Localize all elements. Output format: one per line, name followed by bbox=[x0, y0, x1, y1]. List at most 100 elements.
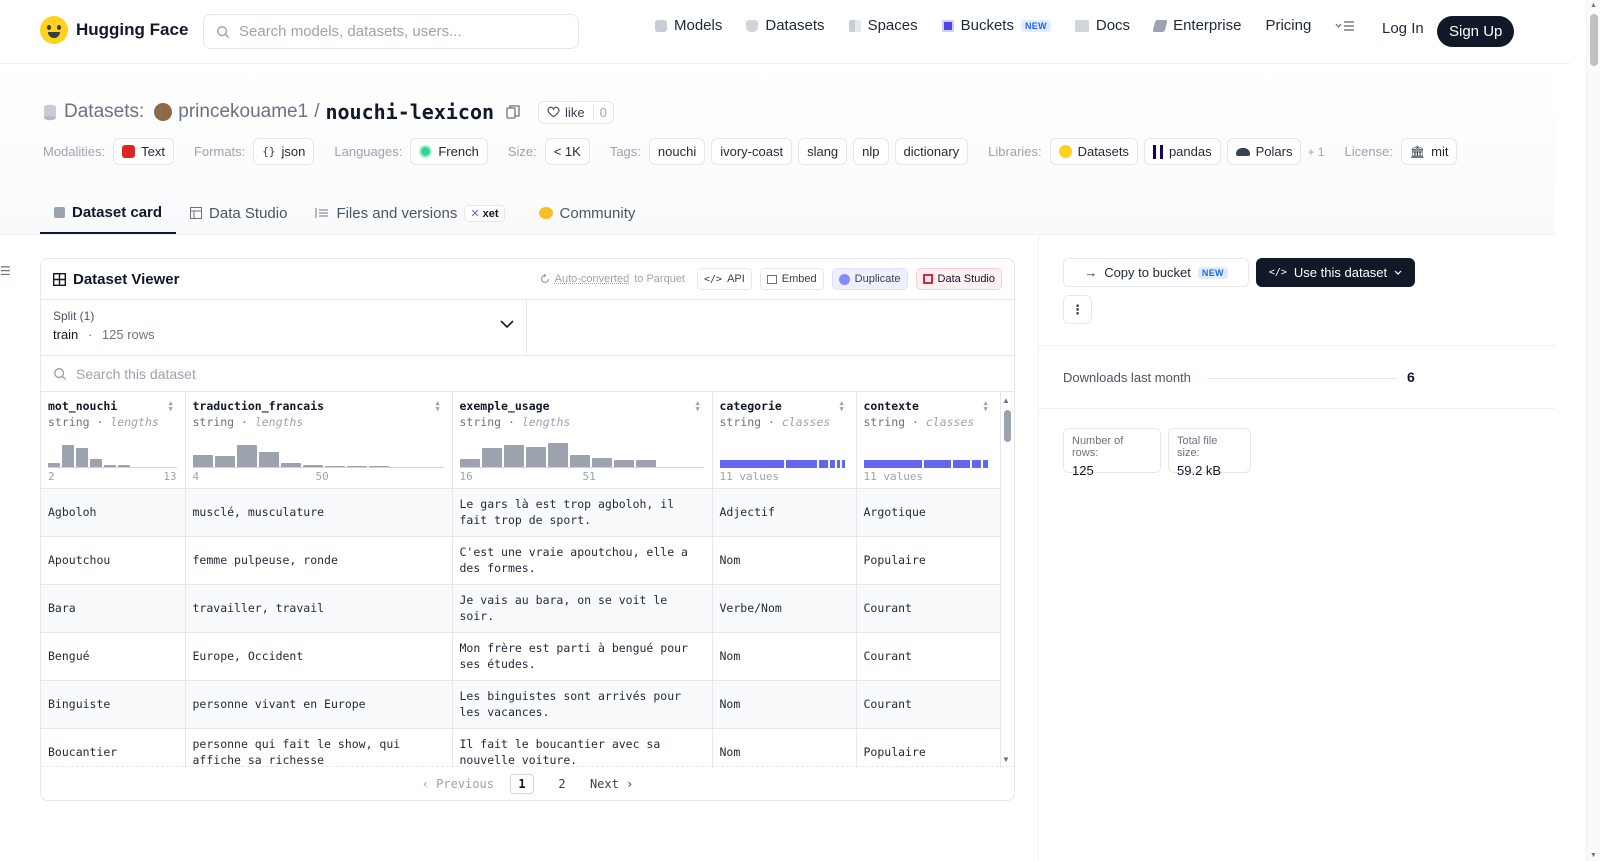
modality-tag-text[interactable]: Text bbox=[113, 138, 174, 165]
embed-button[interactable]: Embed bbox=[759, 268, 824, 290]
table-cell-exemple_usage[interactable]: Mon frère est parti à bengué pour ses ét… bbox=[452, 632, 713, 681]
histogram-bar[interactable] bbox=[503, 445, 524, 468]
table-row[interactable]: Bengué Europe, Occident Mon frère est part… bbox=[41, 632, 1001, 681]
table-scrollbar[interactable]: ▲ ▼ bbox=[1002, 396, 1012, 764]
auto-converted-link[interactable]: Auto-converted bbox=[555, 273, 630, 285]
previous-button[interactable]: ‹ Previous bbox=[422, 777, 494, 791]
table-cell-exemple_usage[interactable]: Je vais au bara, on se voit le soir. bbox=[452, 584, 713, 633]
table-cell-traduction_francais[interactable]: personne qui fait le show, qui affiche s… bbox=[185, 728, 453, 768]
libraries-more[interactable]: + 1 bbox=[1307, 145, 1324, 159]
tag-ivory-coast[interactable]: ivory-coast bbox=[711, 138, 793, 165]
scroll-down-icon[interactable]: ▼ bbox=[1590, 852, 1597, 859]
table-cell-traduction_francais[interactable]: travailler, travail bbox=[185, 584, 453, 633]
column-header-categorie[interactable]: categorie string · classes ▲ ▼ 11 values bbox=[712, 392, 857, 489]
histogram-bar[interactable] bbox=[547, 443, 568, 468]
nav-spaces[interactable]: Spaces bbox=[848, 17, 918, 34]
tag-nouchi[interactable]: nouchi bbox=[648, 138, 706, 165]
table-cell-contexte[interactable]: Populaire bbox=[856, 728, 1001, 768]
class-segment[interactable] bbox=[719, 460, 784, 468]
class-segment[interactable] bbox=[841, 460, 845, 468]
sort-icon[interactable]: ▲ ▼ bbox=[696, 400, 705, 413]
table-cell-mot_nouchi[interactable]: Boucantier bbox=[41, 728, 186, 768]
nav-pricing[interactable]: Pricing bbox=[1265, 17, 1311, 34]
login-link[interactable]: Log In bbox=[1382, 20, 1424, 37]
class-segment[interactable] bbox=[863, 460, 922, 468]
column-header-contexte[interactable]: contexte string · classes ▲ ▼ 11 values bbox=[856, 392, 1001, 489]
scroll-down-icon[interactable]: ▼ bbox=[1002, 755, 1010, 764]
table-cell-exemple_usage[interactable]: Il fait le boucantier avec sa nouvelle v… bbox=[452, 728, 713, 768]
sort-icon[interactable]: ▲ ▼ bbox=[169, 400, 178, 413]
nav-buckets[interactable]: Buckets NEW bbox=[941, 17, 1051, 34]
table-cell-categorie[interactable]: Verbe/Nom bbox=[712, 584, 857, 633]
histogram-bar[interactable] bbox=[236, 445, 257, 468]
library-pandas[interactable]: pandas bbox=[1143, 138, 1221, 165]
table-cell-mot_nouchi[interactable]: Binguiste bbox=[41, 680, 186, 729]
page-1-button[interactable]: 1 bbox=[509, 773, 534, 794]
table-cell-categorie[interactable]: Nom bbox=[712, 680, 857, 729]
histogram-bar[interactable] bbox=[76, 448, 88, 468]
use-this-dataset-button[interactable]: </> Use this dataset bbox=[1256, 258, 1415, 287]
next-button[interactable]: Next › bbox=[590, 777, 633, 791]
tab-community[interactable]: Community bbox=[525, 192, 650, 234]
tag-slang[interactable]: slang bbox=[798, 138, 848, 165]
sort-icon[interactable]: ▲ ▼ bbox=[984, 400, 993, 413]
table-row[interactable]: Agboloh musclé, musculature Le gars là est… bbox=[41, 488, 1001, 537]
scroll-up-icon[interactable]: ▲ bbox=[1002, 396, 1010, 405]
like-button[interactable]: like 0 bbox=[538, 100, 614, 124]
table-cell-contexte[interactable]: Argotique bbox=[856, 488, 1001, 537]
license-tag-mit[interactable]: 🏛 mit bbox=[1400, 138, 1458, 165]
table-row[interactable]: Boucantier personne qui fait le show, qui… bbox=[41, 728, 1001, 768]
table-row[interactable]: Binguiste personne vivant en Europe Les bi… bbox=[41, 680, 1001, 729]
tab-files-and-versions[interactable]: Files and versions ✕ xet bbox=[301, 192, 518, 234]
class-segment[interactable] bbox=[836, 460, 840, 468]
size-tag[interactable]: < 1K bbox=[544, 138, 590, 165]
data-studio-button[interactable]: Data Studio bbox=[915, 268, 1002, 290]
table-cell-mot_nouchi[interactable]: Apoutchou bbox=[41, 536, 186, 585]
table-cell-exemple_usage[interactable]: Les binguistes sont arrivés pour les vac… bbox=[452, 680, 713, 729]
signup-button[interactable]: Sign Up bbox=[1437, 16, 1515, 47]
page-scrollbar[interactable]: ▲ ▼ bbox=[1586, 0, 1600, 861]
tag-nlp[interactable]: nlp bbox=[853, 138, 889, 165]
table-cell-contexte[interactable]: Courant bbox=[856, 632, 1001, 681]
nav-docs[interactable]: Docs bbox=[1074, 17, 1130, 34]
table-cell-categorie[interactable]: Nom bbox=[712, 536, 857, 585]
table-cell-mot_nouchi[interactable]: Bara bbox=[41, 584, 186, 633]
class-segment[interactable] bbox=[952, 460, 970, 468]
table-row[interactable]: Apoutchou femme pulpeuse, ronde C'est une … bbox=[41, 536, 1001, 585]
table-cell-categorie[interactable]: Nom bbox=[712, 728, 857, 768]
table-cell-exemple_usage[interactable]: Le gars là est trop agboloh, il fait tro… bbox=[452, 488, 713, 537]
histogram-bar[interactable] bbox=[62, 445, 74, 468]
class-segment[interactable] bbox=[829, 460, 835, 468]
nav-models[interactable]: Models bbox=[655, 17, 722, 34]
dataset-search-input[interactable]: Search this dataset bbox=[41, 356, 1014, 392]
dataset-name[interactable]: nouchi-lexicon bbox=[325, 100, 494, 124]
class-segment[interactable] bbox=[982, 460, 988, 468]
histogram-bar[interactable] bbox=[525, 447, 546, 468]
histogram-bar[interactable] bbox=[258, 452, 279, 468]
scroll-up-icon[interactable]: ▲ bbox=[1590, 2, 1597, 9]
table-cell-contexte[interactable]: Courant bbox=[856, 680, 1001, 729]
table-cell-exemple_usage[interactable]: C'est une vraie apoutchou, elle a des fo… bbox=[452, 536, 713, 585]
table-cell-traduction_francais[interactable]: Europe, Occident bbox=[185, 632, 453, 681]
scrollbar-thumb[interactable] bbox=[1004, 410, 1011, 442]
brand-logo[interactable]: Hugging Face bbox=[40, 16, 188, 44]
format-tag-json[interactable]: {} json bbox=[253, 138, 315, 165]
sort-icon[interactable]: ▲ ▼ bbox=[436, 400, 445, 413]
api-button[interactable]: </> API bbox=[697, 268, 752, 290]
histogram-bar[interactable] bbox=[481, 448, 502, 468]
chevron-down-icon[interactable] bbox=[500, 320, 514, 329]
split-selector[interactable]: Split (1) train · 125 rows bbox=[41, 300, 527, 355]
duplicate-button[interactable]: Duplicate bbox=[831, 268, 908, 290]
class-segment[interactable] bbox=[923, 460, 951, 468]
nav-more-menu[interactable] bbox=[1335, 20, 1355, 32]
nav-enterprise[interactable]: Enterprise bbox=[1152, 17, 1241, 34]
table-cell-traduction_francais[interactable]: musclé, musculature bbox=[185, 488, 453, 537]
class-segment[interactable] bbox=[785, 460, 817, 468]
page-scrollbar-thumb[interactable] bbox=[1590, 14, 1598, 66]
table-cell-mot_nouchi[interactable]: Agboloh bbox=[41, 488, 186, 537]
toc-toggle-icon[interactable]: ☰ bbox=[0, 264, 11, 278]
dataset-owner-link[interactable]: princekouame1 bbox=[178, 101, 308, 123]
column-header-exemple_usage[interactable]: exemple_usage string · lengths ▲ ▼ 16 51 bbox=[452, 392, 713, 489]
library-datasets[interactable]: Datasets bbox=[1049, 138, 1138, 165]
table-cell-contexte[interactable]: Populaire bbox=[856, 536, 1001, 585]
